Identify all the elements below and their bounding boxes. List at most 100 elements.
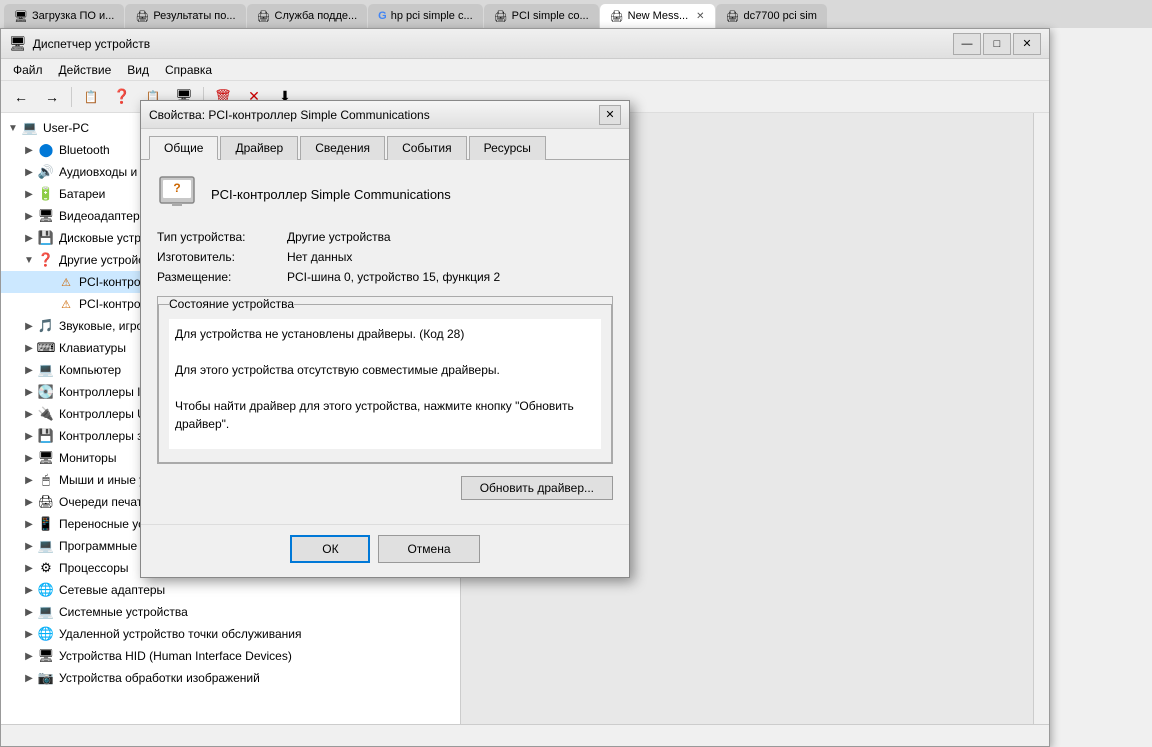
- label-user-pc: User-PC: [43, 121, 89, 135]
- menu-view[interactable]: Вид: [119, 61, 157, 79]
- tab-events[interactable]: События: [387, 136, 467, 160]
- update-driver-button[interactable]: Обновить драйвер...: [461, 476, 613, 500]
- maximize-button[interactable]: □: [983, 33, 1011, 55]
- icon-disk: 💾: [37, 229, 55, 247]
- menu-help[interactable]: Справка: [157, 61, 220, 79]
- toggle-audio[interactable]: ▶: [21, 167, 37, 178]
- tree-item-imaging[interactable]: ▶ 📷 Устройства обработки изображений: [1, 667, 460, 689]
- tab-new-mess[interactable]: 🖨 New Mess... ✕: [600, 4, 715, 28]
- dialog-device-name: PCI-контроллер Simple Communications: [211, 187, 451, 202]
- label-cpu: Процессоры: [59, 561, 129, 575]
- tab-general[interactable]: Общие: [149, 136, 218, 160]
- toggle-portable[interactable]: ▶: [21, 519, 37, 530]
- icon-pci-2: ⚠: [57, 295, 75, 313]
- help-button[interactable]: ❓: [108, 84, 136, 110]
- toggle-video[interactable]: ▶: [21, 211, 37, 222]
- title-bar: 🖥 Диспетчер устройств — □ ✕: [1, 29, 1049, 59]
- icon-ide: 💽: [37, 383, 55, 401]
- minimize-button[interactable]: —: [953, 33, 981, 55]
- toggle-storage[interactable]: ▶: [21, 431, 37, 442]
- ok-button[interactable]: ОК: [290, 535, 370, 563]
- tab-resources[interactable]: Ресурсы: [469, 136, 546, 160]
- toggle-battery[interactable]: ▶: [21, 189, 37, 200]
- toggle-mice[interactable]: ▶: [21, 475, 37, 486]
- toggle-user-pc[interactable]: ▼: [5, 123, 21, 134]
- dialog-tab-bar: Общие Драйвер Сведения События Ресурсы: [141, 129, 629, 160]
- label-system: Системные устройства: [59, 605, 188, 619]
- back-button[interactable]: ←: [7, 84, 35, 110]
- icon-sound: 🎵: [37, 317, 55, 335]
- tree-item-remote[interactable]: ▶ 🌐 Удаленной устройство точки обслужива…: [1, 623, 460, 645]
- toggle-remote[interactable]: ▶: [21, 629, 37, 640]
- tab-icon-pci: 🖨: [494, 10, 508, 23]
- tab-icon-sluzhba: 🖨: [257, 10, 271, 23]
- toggle-sound[interactable]: ▶: [21, 321, 37, 332]
- toggle-bluetooth[interactable]: ▶: [21, 145, 37, 156]
- dialog-close-button[interactable]: ✕: [599, 105, 621, 125]
- window-title: Диспетчер устройств: [33, 37, 953, 51]
- tab-driver[interactable]: Драйвер: [220, 136, 298, 160]
- icon-audio: 🔊: [37, 163, 55, 181]
- device-header: ? PCI-контроллер Simple Communications: [157, 174, 613, 214]
- forward-button[interactable]: →: [38, 84, 66, 110]
- icon-keyboard: ⌨: [37, 339, 55, 357]
- toggle-system[interactable]: ▶: [21, 607, 37, 618]
- dialog-body: ? PCI-контроллер Simple Communications Т…: [141, 160, 629, 524]
- properties-button[interactable]: 📋: [77, 84, 105, 110]
- menu-file[interactable]: Файл: [5, 61, 51, 79]
- icon-monitors: 🖥: [37, 449, 55, 467]
- status-legend: Состояние устройства: [169, 297, 294, 311]
- label-keyboard: Клавиатуры: [59, 341, 126, 355]
- toggle-computer[interactable]: ▶: [21, 365, 37, 376]
- tab-zagruzka[interactable]: 🖥 Загрузка ПО и...: [4, 4, 124, 28]
- toggle-disk[interactable]: ▶: [21, 233, 37, 244]
- tab-dc7700[interactable]: 🖨 dc7700 pci sim: [716, 4, 827, 28]
- tab-hp-pci[interactable]: G hp pci simple c...: [368, 4, 482, 28]
- update-btn-row: Обновить драйвер...: [157, 476, 613, 500]
- icon-usb: 🔌: [37, 405, 55, 423]
- toggle-cpu[interactable]: ▶: [21, 563, 37, 574]
- icon-software: 💻: [37, 537, 55, 555]
- tab-pci-simple[interactable]: 🖨 PCI simple co...: [484, 4, 599, 28]
- prop-row-type: Тип устройства: Другие устройства: [157, 230, 613, 244]
- device-icon-box: ?: [157, 174, 197, 214]
- label-imaging: Устройства обработки изображений: [59, 671, 260, 685]
- icon-user-pc: 💻: [21, 119, 39, 137]
- toggle-printers[interactable]: ▶: [21, 497, 37, 508]
- tab-icon-new-mess: 🖨: [610, 10, 624, 23]
- tree-item-hid[interactable]: ▶ 🖥 Устройства HID (Human Interface Devi…: [1, 645, 460, 667]
- status-text-area: [169, 319, 601, 449]
- menu-action[interactable]: Действие: [51, 61, 120, 79]
- toggle-other[interactable]: ▼: [21, 255, 37, 266]
- label-hid: Устройства HID (Human Interface Devices): [59, 649, 292, 663]
- toggle-imaging[interactable]: ▶: [21, 673, 37, 684]
- tab-icon-google: G: [378, 10, 387, 22]
- toggle-hid[interactable]: ▶: [21, 651, 37, 662]
- icon-storage: 💾: [37, 427, 55, 445]
- toggle-usb[interactable]: ▶: [21, 409, 37, 420]
- close-button[interactable]: ✕: [1013, 33, 1041, 55]
- tab-close-new-mess[interactable]: ✕: [696, 11, 704, 22]
- svg-text:?: ?: [173, 181, 180, 195]
- tab-details[interactable]: Сведения: [300, 136, 385, 160]
- tab-sluzhba[interactable]: 🖨 Служба подде...: [247, 4, 368, 28]
- prop-label-manufacturer: Изготовитель:: [157, 250, 287, 264]
- tree-item-system[interactable]: ▶ 💻 Системные устройства: [1, 601, 460, 623]
- toggle-monitors[interactable]: ▶: [21, 453, 37, 464]
- window-icon: 🖥: [9, 35, 27, 52]
- icon-other: ❓: [37, 251, 55, 269]
- device-svg-icon: ?: [158, 171, 196, 209]
- label-video: Видеоадаптеры: [59, 209, 148, 223]
- main-scrollbar[interactable]: [1033, 113, 1049, 746]
- tree-item-network[interactable]: ▶ 🌐 Сетевые адаптеры: [1, 579, 460, 601]
- tab-icon-rezultaty: 🖨: [135, 10, 149, 23]
- toggle-network[interactable]: ▶: [21, 585, 37, 596]
- tab-rezultaty[interactable]: 🖨 Результаты по...: [125, 4, 245, 28]
- label-battery: Батареи: [59, 187, 105, 201]
- toggle-keyboard[interactable]: ▶: [21, 343, 37, 354]
- icon-bluetooth: ⬤: [37, 141, 55, 159]
- label-monitors: Мониторы: [59, 451, 116, 465]
- cancel-button[interactable]: Отмена: [378, 535, 479, 563]
- toggle-ide[interactable]: ▶: [21, 387, 37, 398]
- toggle-software[interactable]: ▶: [21, 541, 37, 552]
